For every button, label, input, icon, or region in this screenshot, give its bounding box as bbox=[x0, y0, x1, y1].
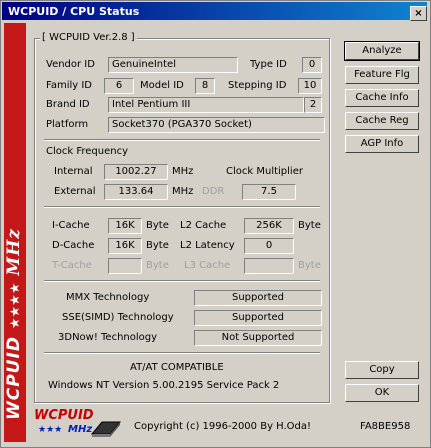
platform-field: Socket370 (PGA370 Socket) bbox=[108, 117, 325, 133]
vendor-id-label: Vendor ID bbox=[46, 59, 95, 70]
sidebar-brand-text: WCPUID ★★★★ MHz bbox=[4, 228, 24, 420]
copyright-text: Copyright (c) 1996-2000 By H.Oda! bbox=[134, 421, 312, 432]
dcache-label: D-Cache bbox=[52, 240, 95, 251]
l2-cache-label: L2 Cache bbox=[180, 220, 227, 231]
dcache-byte-label: Byte bbox=[146, 240, 169, 251]
family-id-label: Family ID bbox=[46, 80, 93, 91]
icache-byte-label: Byte bbox=[146, 220, 169, 231]
internal-mhz-label: MHz bbox=[172, 166, 194, 177]
3dnow-field: Not Supported bbox=[194, 330, 322, 346]
l2-byte-label: Byte bbox=[298, 220, 321, 231]
logo-text: WCPUID bbox=[34, 408, 94, 423]
ok-button[interactable]: OK bbox=[345, 384, 419, 402]
close-button[interactable]: × bbox=[410, 6, 427, 21]
mmx-label: MMX Technology bbox=[66, 292, 150, 303]
sidebar-brand-name: WCPUID bbox=[4, 336, 24, 420]
agp-info-button[interactable]: AGP Info bbox=[345, 135, 419, 153]
type-id-label: Type ID bbox=[250, 59, 287, 70]
separator-1 bbox=[44, 139, 320, 141]
tcache-field bbox=[108, 258, 142, 274]
chip-icon bbox=[90, 421, 122, 437]
tcache-label: T-Cache bbox=[52, 260, 92, 271]
sse-field: Supported bbox=[194, 310, 322, 326]
internal-clock-field: 1002.27 bbox=[104, 164, 168, 180]
dcache-field: 16K bbox=[108, 238, 142, 254]
os-version-text: Windows NT Version 5.00.2195 Service Pac… bbox=[48, 380, 280, 391]
checksum-code: FA8BE958 bbox=[360, 421, 411, 432]
stepping-id-field: 10 bbox=[298, 78, 322, 94]
ddr-label: DDR bbox=[202, 186, 225, 197]
separator-3 bbox=[44, 280, 320, 282]
3dnow-label: 3DNow! Technology bbox=[58, 332, 158, 343]
copy-button[interactable]: Copy bbox=[345, 361, 419, 379]
wcpuid-logo: WCPUID ★★★ MHz bbox=[30, 408, 130, 440]
mmx-field: Supported bbox=[194, 290, 322, 306]
clock-multiplier-field: 7.5 bbox=[242, 184, 296, 200]
external-label: External bbox=[54, 186, 96, 197]
compat-text: AT/AT COMPATIBLE bbox=[130, 362, 224, 373]
external-mhz-label: MHz bbox=[172, 186, 194, 197]
logo-mhz: MHz bbox=[68, 424, 93, 435]
title-bar[interactable]: WCPUID / CPU Status × bbox=[2, 2, 427, 21]
window-title: WCPUID / CPU Status bbox=[8, 5, 140, 18]
brand-id-field: Intel Pentium III bbox=[108, 97, 304, 113]
type-id-field: 0 bbox=[302, 57, 322, 73]
platform-label: Platform bbox=[46, 119, 89, 130]
internal-label: Internal bbox=[54, 166, 93, 177]
family-id-field: 6 bbox=[104, 78, 134, 94]
model-id-label: Model ID bbox=[140, 80, 184, 91]
logo-stars: ★★★ bbox=[38, 425, 63, 435]
sidebar-mhz: MHz bbox=[4, 228, 24, 276]
external-clock-field: 133.64 bbox=[104, 184, 168, 200]
separator-4 bbox=[44, 352, 320, 354]
icache-label: I-Cache bbox=[52, 220, 90, 231]
clock-frequency-heading: Clock Frequency bbox=[46, 146, 129, 157]
brand-number-field: 2 bbox=[304, 97, 322, 113]
l3-cache-field bbox=[244, 258, 294, 274]
group-title: [ WCPUID Ver.2.8 ] bbox=[40, 32, 137, 43]
separator-2 bbox=[44, 206, 320, 208]
brand-id-label: Brand ID bbox=[46, 99, 90, 110]
cache-info-button[interactable]: Cache Info bbox=[345, 89, 419, 107]
feature-flag-button[interactable]: Feature Flg bbox=[345, 66, 419, 84]
l2-latency-field: 0 bbox=[244, 238, 294, 254]
vendor-id-field: GenuineIntel bbox=[108, 57, 238, 73]
icache-field: 16K bbox=[108, 218, 142, 234]
analyze-button[interactable]: Analyze bbox=[344, 41, 420, 61]
tcache-byte-label: Byte bbox=[146, 260, 169, 271]
stepping-id-label: Stepping ID bbox=[228, 80, 287, 91]
cache-reg-button[interactable]: Cache Reg bbox=[345, 112, 419, 130]
model-id-field: 8 bbox=[195, 78, 215, 94]
l3-byte-label: Byte bbox=[298, 260, 321, 271]
l2-cache-field: 256K bbox=[244, 218, 294, 234]
clock-multiplier-label: Clock Multiplier bbox=[226, 166, 303, 177]
l2-latency-label: L2 Latency bbox=[180, 240, 235, 251]
l3-cache-label: L3 Cache bbox=[184, 260, 231, 271]
sse-label: SSE(SIMD) Technology bbox=[62, 312, 174, 323]
sidebar-stars: ★★★★ bbox=[8, 282, 23, 330]
